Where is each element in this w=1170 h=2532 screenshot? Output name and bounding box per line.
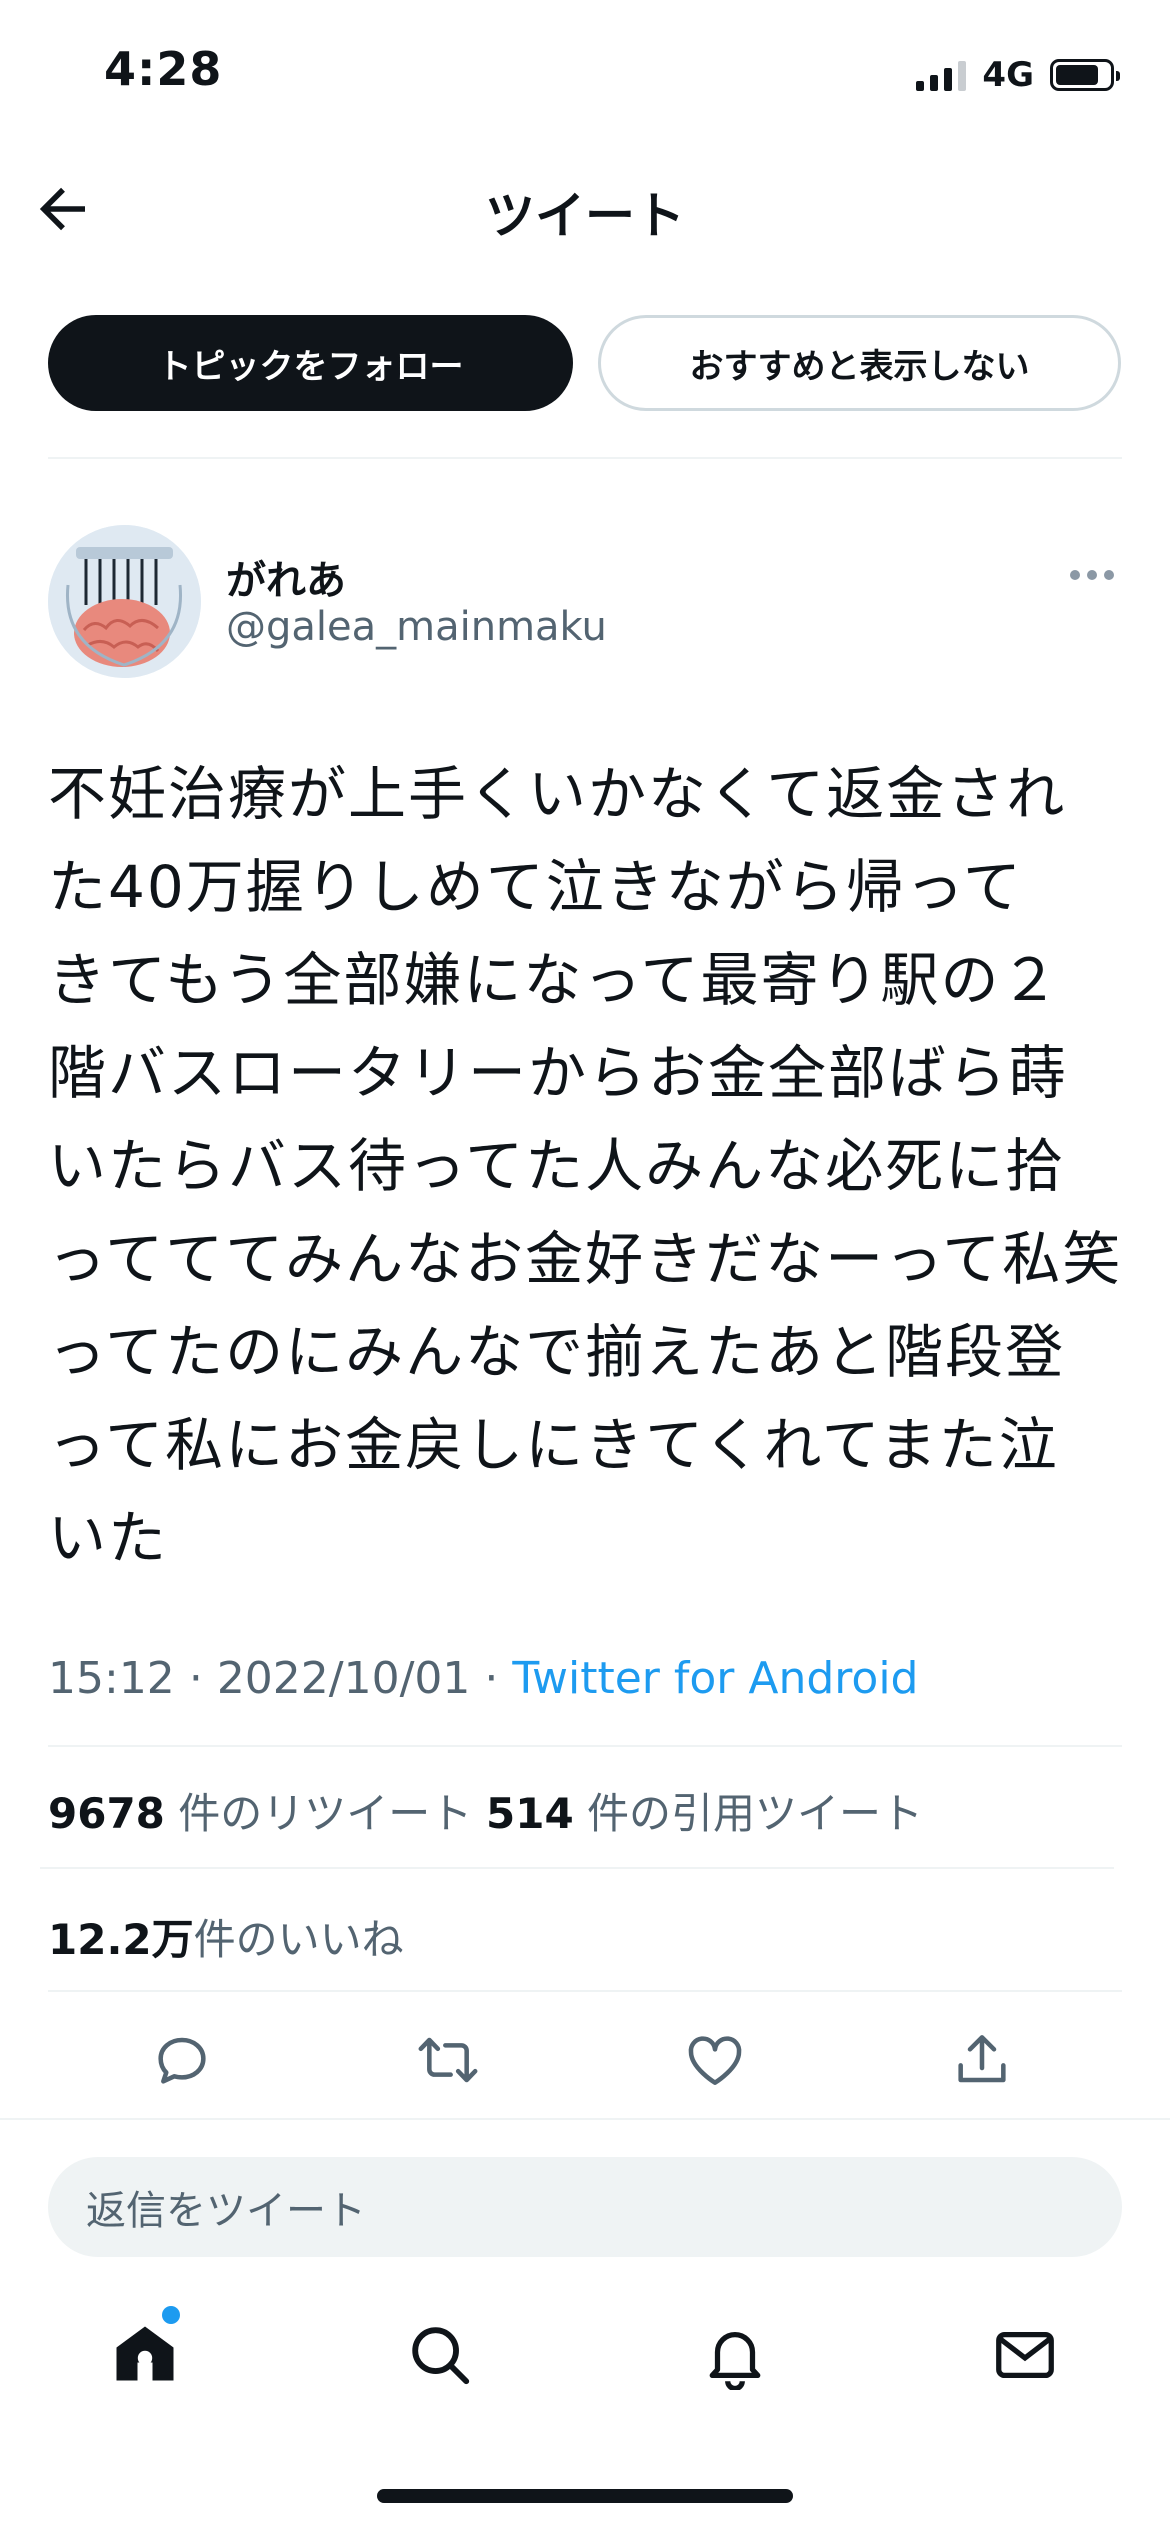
home-indicator	[377, 2489, 793, 2503]
like-count: 12.2万	[48, 1915, 194, 1964]
meta-separator: ·	[188, 1653, 203, 1704]
network-type: 4G	[982, 55, 1034, 95]
divider	[48, 457, 1122, 459]
retweet-button[interactable]	[408, 2020, 488, 2100]
status-indicators: 4G	[916, 52, 1120, 98]
quote-label: 件の引用ツイート	[587, 1789, 924, 1838]
tweet-actions	[0, 2020, 1170, 2100]
search-icon	[412, 2327, 470, 2385]
messages-icon	[996, 2331, 1054, 2379]
share-button[interactable]	[942, 2020, 1022, 2100]
divider	[48, 1990, 1122, 1992]
author-name[interactable]: がれあ	[226, 548, 346, 606]
more-options-button[interactable]	[1070, 570, 1114, 584]
like-icon	[688, 2036, 742, 2085]
quote-count: 514	[486, 1789, 574, 1838]
notifications-icon	[709, 2331, 761, 2390]
reply-input[interactable]: 返信をツイート	[48, 2157, 1122, 2257]
quote-stats[interactable]: 514 件の引用ツイート	[486, 1780, 923, 1841]
retweet-stats[interactable]: 9678 件のリツイート	[48, 1780, 472, 1841]
back-button[interactable]	[30, 176, 96, 242]
tab-home[interactable]	[100, 2310, 190, 2400]
retweet-count: 9678	[48, 1789, 165, 1838]
unread-dot	[162, 2306, 180, 2324]
more-dots-icon	[1070, 570, 1080, 580]
status-time: 4:28	[104, 42, 223, 96]
avatar[interactable]	[48, 525, 201, 678]
brain-avatar-icon	[48, 525, 201, 678]
retweet-icon	[418, 2037, 478, 2083]
like-label: 件のいいね	[193, 1915, 404, 1964]
not-interested-button[interactable]: おすすめと表示しない	[598, 315, 1121, 411]
like-stats[interactable]: 12.2万件のいいね	[48, 1906, 404, 1967]
tweet-text: 不妊治療が上手くいかなくて返金され た40万握りしめて泣きながら帰って きてもう…	[48, 760, 1123, 1572]
battery-icon	[1050, 59, 1120, 91]
page-title: ツイート	[485, 187, 685, 245]
arrow-left-icon	[39, 187, 85, 231]
home-icon	[116, 2326, 174, 2381]
author-handle[interactable]: @galea_mainmaku	[226, 604, 607, 650]
divider	[40, 1867, 1114, 1869]
tweet-source-link[interactable]: Twitter for Android	[512, 1653, 918, 1704]
tab-notifications[interactable]	[690, 2310, 780, 2400]
follow-topic-button[interactable]: トピックをフォロー	[48, 315, 573, 411]
tweet-meta: 15:12 · 2022/10/01 · Twitter for Android	[48, 1653, 918, 1704]
meta-separator: ·	[484, 1653, 499, 1704]
signal-icon	[916, 59, 967, 91]
divider	[0, 2118, 1170, 2120]
reply-icon	[158, 2037, 206, 2084]
retweet-label: 件のリツイート	[178, 1789, 473, 1838]
divider	[48, 1745, 1122, 1747]
share-icon	[958, 2035, 1006, 2083]
like-button[interactable]	[675, 2020, 755, 2100]
tab-search[interactable]	[395, 2310, 485, 2400]
tweet-time: 15:12	[48, 1653, 175, 1704]
reply-button[interactable]	[142, 2020, 222, 2100]
tab-messages[interactable]	[980, 2310, 1070, 2400]
tweet-date: 2022/10/01	[216, 1653, 471, 1704]
